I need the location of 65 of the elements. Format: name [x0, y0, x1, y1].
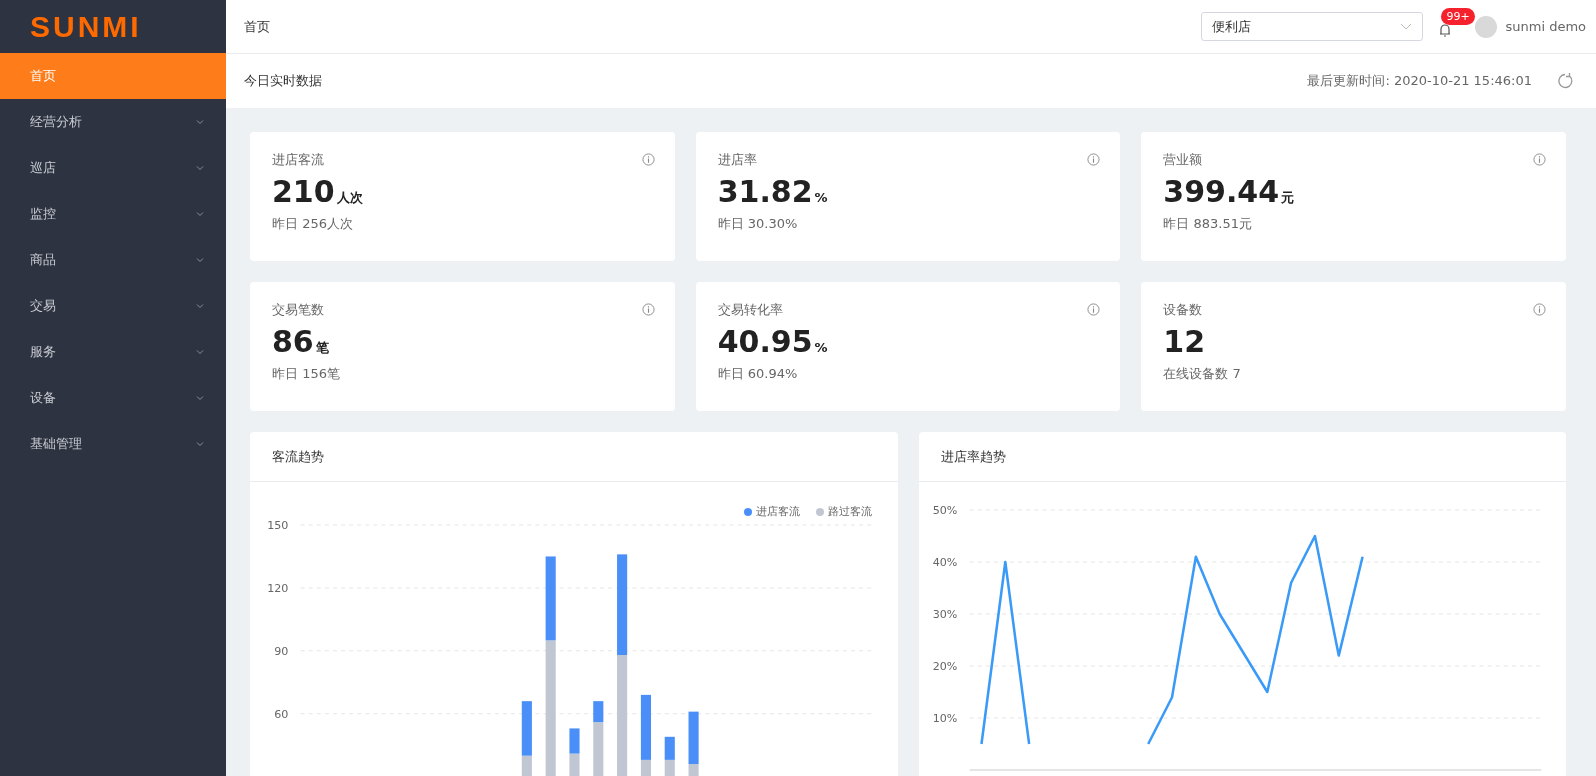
- stat-title: 进店客流: [272, 151, 324, 169]
- stat-title: 设备数: [1163, 301, 1203, 319]
- last-updated-text: 最后更新时间: 2020-10-21 15:46:01: [1307, 72, 1532, 91]
- stat-title: 进店率: [717, 151, 757, 169]
- sidebar-item[interactable]: 监控: [0, 191, 226, 237]
- sidebar-item[interactable]: 巡店: [0, 145, 226, 191]
- stat-value: 210: [272, 173, 335, 210]
- chevron-down-icon: [1400, 22, 1413, 31]
- bell-icon[interactable]: [1439, 23, 1452, 38]
- stat-title: 交易转化率: [717, 301, 783, 319]
- axis-tick-label: 120: [267, 581, 289, 595]
- bar: [664, 736, 675, 760]
- chart-title: 进店率趋势: [918, 432, 1566, 482]
- stat-unit: %: [814, 189, 828, 206]
- bar: [569, 753, 580, 776]
- stat-comparison: 昨日 156笔: [272, 364, 341, 383]
- stat-unit: %: [814, 339, 828, 356]
- stat-value: 40.95: [717, 323, 813, 360]
- stat-unit: 笔: [315, 339, 329, 356]
- sidebar-item[interactable]: 服务: [0, 329, 226, 375]
- stat-comparison: 在线设备数 7: [1163, 364, 1242, 383]
- chart-title: 客流趋势: [250, 432, 898, 482]
- stat-comparison: 昨日 883.51元: [1163, 214, 1253, 233]
- info-icon[interactable]: [641, 153, 655, 167]
- avatar[interactable]: [1475, 15, 1498, 38]
- stat-unit: 元: [1281, 189, 1295, 206]
- notification-badge: 99+: [1441, 7, 1475, 25]
- logo: SUNMI: [29, 9, 143, 45]
- stat-value: 31.82: [717, 173, 813, 210]
- stat-value: 12: [1163, 323, 1206, 360]
- stat-comparison: 昨日 60.94%: [717, 364, 799, 383]
- store-select[interactable]: 便利店: [1201, 12, 1424, 41]
- sidebar-item[interactable]: 交易: [0, 283, 226, 329]
- stat-comparison: 昨日 30.30%: [717, 214, 799, 233]
- axis-tick-label: 40%: [932, 556, 957, 569]
- axis-tick-label: 20%: [932, 660, 957, 673]
- refresh-icon[interactable]: [1556, 72, 1574, 90]
- stat-value: 86: [272, 323, 314, 360]
- bar: [664, 759, 675, 776]
- legend-label: 路过客流: [827, 504, 872, 520]
- stat-unit: 人次: [336, 189, 363, 206]
- stat-comparison: 昨日 256人次: [272, 214, 354, 233]
- axis-tick-label: 10%: [932, 712, 957, 725]
- info-icon[interactable]: [1533, 303, 1546, 317]
- breadcrumb-text: 首页: [244, 17, 271, 36]
- sidebar-item[interactable]: 经营分析: [0, 99, 226, 145]
- user-name[interactable]: sunmi demo: [1505, 16, 1586, 37]
- axis-tick-label: 50%: [932, 504, 957, 517]
- stat-value: 399.44: [1163, 173, 1280, 210]
- legend-label: 进店客流: [755, 504, 800, 520]
- info-icon[interactable]: [641, 303, 655, 317]
- sidebar-item[interactable]: 设备: [0, 375, 226, 421]
- sidebar-item[interactable]: 商品: [0, 237, 226, 283]
- stat-title: 营业额: [1163, 151, 1203, 169]
- sidebar-item[interactable]: 基础管理: [0, 421, 226, 467]
- stat-title: 交易笔数: [272, 301, 324, 319]
- axis-tick-label: 60: [274, 707, 289, 721]
- info-icon[interactable]: [1087, 153, 1101, 167]
- info-icon[interactable]: [1533, 153, 1546, 167]
- axis-tick-label: 30%: [932, 608, 957, 621]
- section-title: 今日实时数据: [244, 72, 322, 91]
- info-icon[interactable]: [1087, 303, 1101, 317]
- axis-tick-label: 150: [267, 519, 289, 532]
- bar: [569, 728, 580, 754]
- axis-tick-label: 90: [274, 644, 289, 658]
